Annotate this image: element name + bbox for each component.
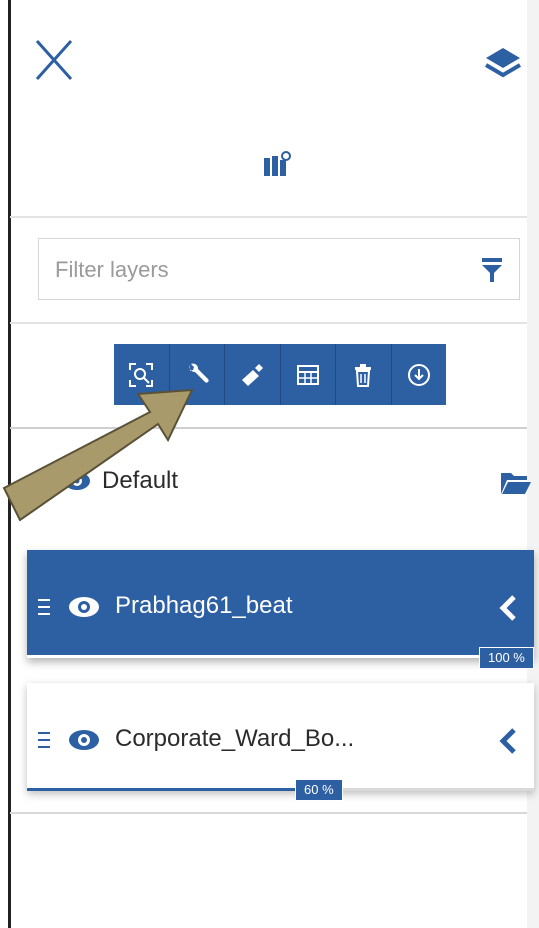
opacity-slider-fill[interactable] (27, 788, 317, 791)
close-icon[interactable] (34, 38, 74, 82)
wrench-icon (189, 363, 209, 383)
chevron-left-icon[interactable] (498, 594, 518, 622)
divider (10, 216, 527, 218)
eye-icon[interactable] (67, 594, 101, 620)
divider (10, 322, 527, 324)
layer-item-prabhag61-beat[interactable]: Prabhag61_beat 100 % (27, 550, 534, 669)
table-icon (296, 364, 319, 385)
style-brush-icon (242, 363, 264, 386)
zoom-to-layer-button[interactable] (114, 344, 170, 405)
download-layer-button[interactable] (392, 344, 447, 405)
chevron-left-icon[interactable] (498, 727, 518, 755)
trash-icon (355, 363, 372, 387)
layer-toolbar (114, 344, 446, 405)
group-label: Default (102, 467, 179, 494)
layers-icon[interactable] (483, 44, 523, 84)
zoom-to-extent-icon (129, 362, 154, 387)
drag-handle-icon[interactable] (37, 598, 51, 616)
divider (10, 427, 527, 429)
divider (10, 812, 527, 814)
download-icon (407, 363, 430, 386)
filter-icon[interactable] (481, 257, 503, 283)
layer-name: Prabhag61_beat (115, 592, 293, 619)
layer-settings-button[interactable] (170, 344, 225, 405)
opacity-value-badge: 60 % (295, 779, 343, 801)
layer-item-corporate-ward[interactable]: Corporate_Ward_Bo... 60 % (27, 683, 534, 801)
attribute-table-button[interactable] (281, 344, 336, 405)
opacity-slider[interactable] (27, 655, 534, 658)
style-layer-button[interactable] (225, 344, 281, 405)
filter-layers-input[interactable]: Filter layers (55, 257, 169, 283)
opacity-value-badge: 100 % (479, 647, 534, 669)
layer-group-default[interactable]: Default (10, 452, 531, 512)
remove-layer-button[interactable] (336, 344, 392, 405)
folder-open-icon[interactable] (500, 470, 532, 496)
drag-handle-icon[interactable] (37, 731, 51, 749)
eye-icon[interactable] (62, 468, 92, 494)
filter-layers-field[interactable]: Filter layers (38, 238, 520, 300)
opacity-slider-track[interactable] (317, 788, 534, 791)
layer-name: Corporate_Ward_Bo... (115, 725, 355, 752)
map-catalog-icon[interactable] (262, 150, 292, 180)
eye-icon[interactable] (67, 727, 101, 753)
